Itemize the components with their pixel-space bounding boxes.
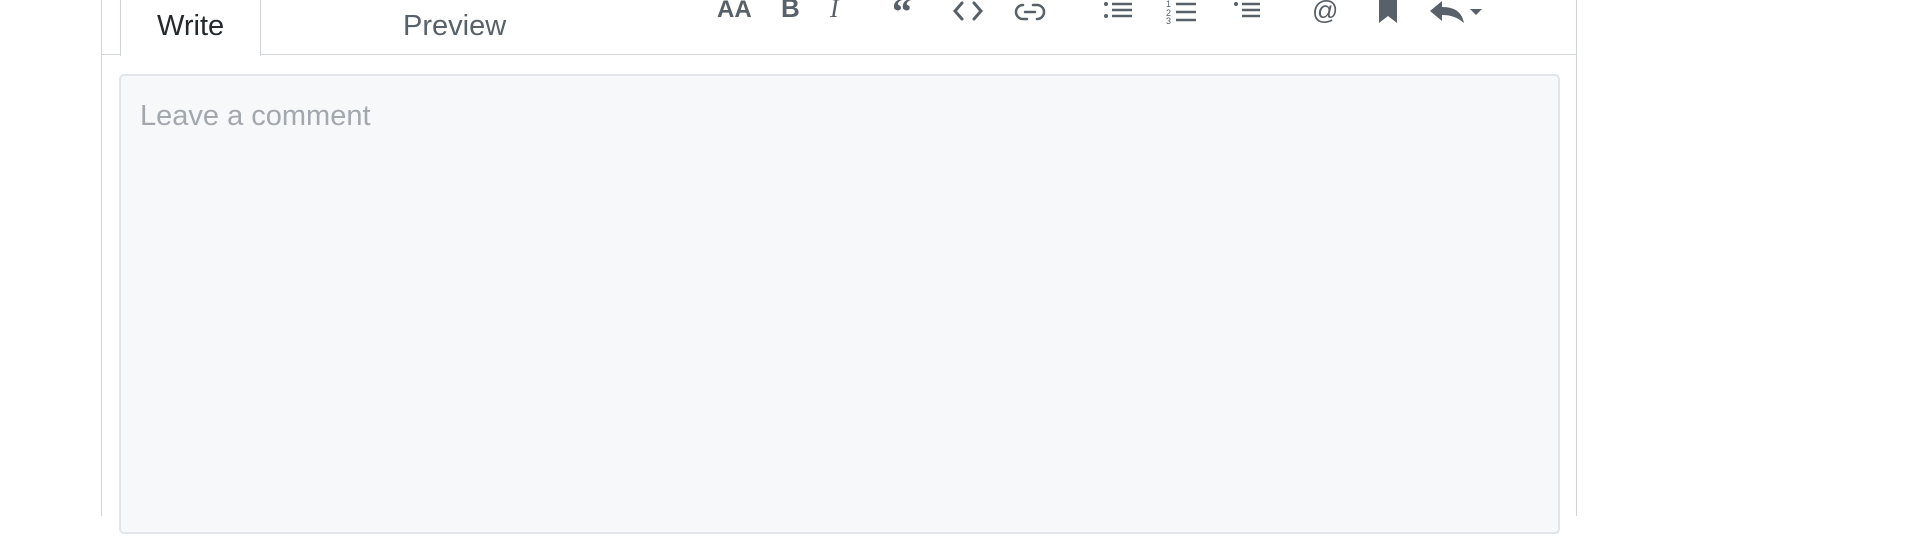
comment-textarea-container	[119, 74, 1560, 534]
unordered-list-icon[interactable]	[1098, 0, 1138, 31]
comment-editor: Write Preview AA B I “ 1 2 3 @ Leave a c…	[101, 0, 1577, 534]
quote-icon[interactable]: “	[886, 0, 926, 31]
svg-text:3: 3	[1166, 16, 1171, 25]
task-list-icon[interactable]	[1226, 0, 1266, 31]
italic-icon[interactable]: I	[817, 0, 857, 31]
ordered-list-icon[interactable]: 123	[1162, 0, 1202, 31]
svg-text:AA: AA	[717, 0, 751, 23]
svg-text:B: B	[781, 0, 800, 23]
mention-icon[interactable]: @	[1306, 0, 1346, 31]
text-size-icon[interactable]: AA	[714, 0, 754, 31]
bookmark-icon[interactable]	[1368, 0, 1408, 31]
comment-textarea[interactable]	[121, 76, 1558, 532]
bold-icon[interactable]: B	[772, 0, 812, 31]
reply-icon[interactable]	[1424, 0, 1486, 31]
svg-text:@: @	[1312, 0, 1338, 25]
svg-text:“: “	[892, 0, 912, 25]
code-icon[interactable]	[948, 0, 988, 31]
editor-tabbar: Write Preview AA B I “ 1 2 3 @	[102, 0, 1576, 56]
svg-text:I: I	[829, 0, 840, 23]
link-icon[interactable]	[1010, 0, 1050, 31]
markdown-toolbar: AA B I “ 1 2 3 @	[102, 0, 1576, 37]
